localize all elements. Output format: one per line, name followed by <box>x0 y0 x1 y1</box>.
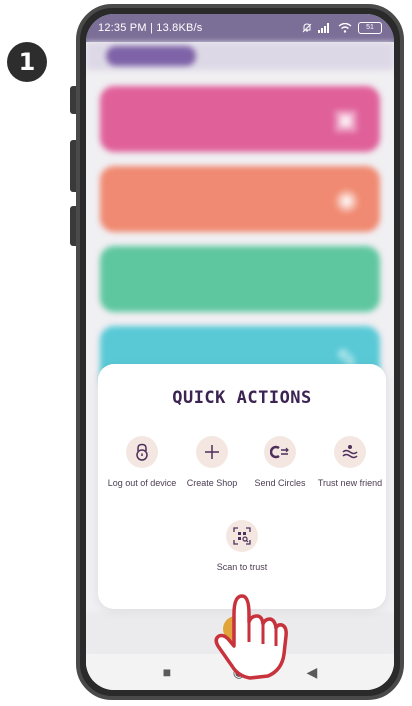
signal-icon <box>318 23 329 33</box>
scan-to-trust-button[interactable]: Scan to trust <box>206 520 278 573</box>
scan-to-trust-label: Scan to trust <box>216 562 268 572</box>
send-circles-icon <box>264 436 296 468</box>
mute-icon <box>302 23 312 33</box>
background-card <box>100 246 380 312</box>
background-card: ◉ <box>100 166 380 232</box>
send-circles-button[interactable]: Send Circles <box>244 436 316 489</box>
background-header-pill <box>106 46 196 66</box>
log-out-of-device-label: Log out of device <box>107 478 177 488</box>
battery-icon: 51 <box>358 22 382 34</box>
plus-icon <box>196 436 228 468</box>
step-number: 1 <box>18 48 36 76</box>
send-circles-label: Send Circles <box>254 478 306 488</box>
create-shop-button[interactable]: Create Shop <box>176 436 248 489</box>
recent-apps-icon[interactable]: ■ <box>163 664 171 680</box>
background-card: ▣ <box>100 86 380 152</box>
status-time: 12:35 PM | 13.8KB/s <box>98 22 203 34</box>
trust-new-friend-button[interactable]: Trust new friend <box>314 436 386 489</box>
step-number-badge: 1 <box>7 42 47 82</box>
status-bar: 12:35 PM | 13.8KB/s 51 <box>86 14 394 42</box>
create-shop-label: Create Shop <box>186 478 238 488</box>
tap-hand-pointer-icon <box>214 594 288 680</box>
status-icons: 51 <box>302 22 382 34</box>
wifi-icon <box>338 23 352 33</box>
log-out-of-device-button[interactable]: Log out of device <box>106 436 178 489</box>
back-icon[interactable]: ◀ <box>306 664 317 681</box>
qr-scan-icon <box>226 520 258 552</box>
trust-friend-icon <box>334 436 366 468</box>
lock-icon <box>126 436 158 468</box>
trust-new-friend-label: Trust new friend <box>317 478 383 488</box>
background-header <box>86 42 394 70</box>
quick-actions-title: QUICK ACTIONS <box>172 388 312 408</box>
quick-actions-sheet: QUICK ACTIONS Log out of device Create S… <box>98 364 386 609</box>
